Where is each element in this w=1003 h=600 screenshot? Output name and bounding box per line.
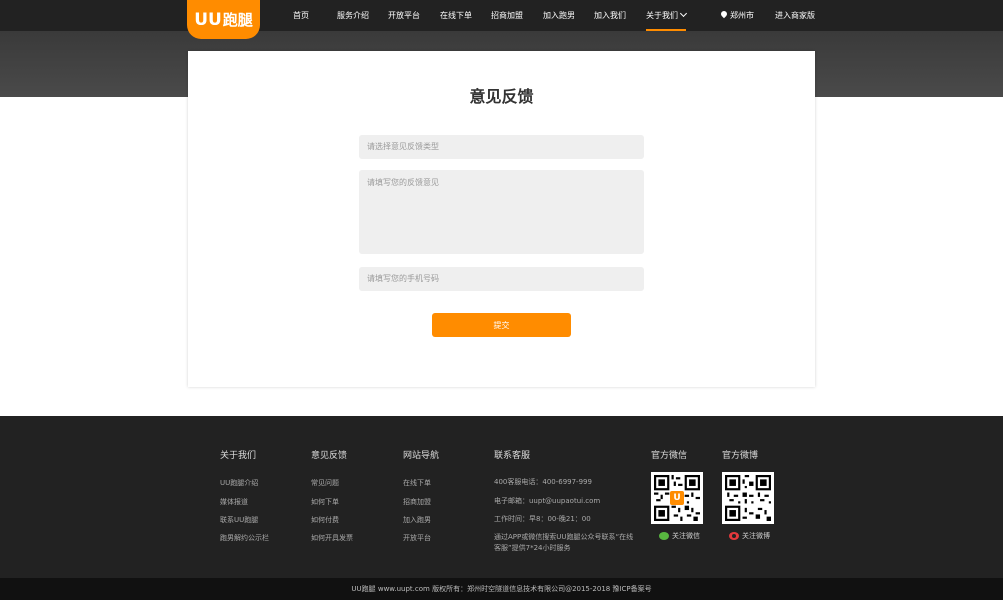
wechat-follow[interactable]: 关注微信 bbox=[659, 531, 700, 541]
wechat-qr-code: U bbox=[651, 472, 703, 524]
footer-link-invoice[interactable]: 如何开具发票 bbox=[311, 533, 353, 543]
feedback-type-select[interactable] bbox=[359, 135, 644, 159]
qr-logo-badge: U bbox=[670, 491, 684, 505]
footer-heading-weibo: 官方微博 bbox=[722, 451, 759, 461]
nav-online-order[interactable]: 在线下单 bbox=[440, 0, 472, 31]
footer-heading-sitenav: 网站导航 bbox=[403, 451, 440, 461]
nav-about-us-label: 关于我们 bbox=[646, 11, 678, 20]
footer-hours: 工作时间：早8：00-晚21：00 bbox=[494, 515, 591, 523]
location-pin-icon bbox=[719, 9, 729, 19]
page-title: 意见反馈 bbox=[469, 87, 534, 106]
footer-heading-feedback: 意见反馈 bbox=[311, 451, 348, 461]
footer-link-faq[interactable]: 常见问题 bbox=[311, 478, 339, 488]
footer-heading-about: 关于我们 bbox=[220, 451, 257, 461]
nav-services[interactable]: 服务介绍 bbox=[337, 0, 369, 31]
nav-about-us[interactable]: 关于我们 bbox=[646, 0, 688, 31]
feedback-content-input[interactable] bbox=[359, 170, 644, 254]
city-label: 郑州市 bbox=[730, 11, 754, 20]
footer-link-open-platform[interactable]: 开放平台 bbox=[403, 533, 431, 543]
chevron-down-icon bbox=[679, 9, 688, 18]
weibo-follow[interactable]: 关注微博 bbox=[729, 531, 770, 541]
merchant-link[interactable]: 进入商家版 bbox=[775, 0, 815, 31]
wechat-icon bbox=[659, 532, 669, 540]
footer-service-note: 通过APP或微信搜索UU跑腿公众号联系“在线客服”提供7*24小时服务 bbox=[494, 533, 634, 552]
footer-heading-contact: 联系客服 bbox=[494, 451, 531, 461]
footer-link-online-order[interactable]: 在线下单 bbox=[403, 478, 431, 488]
footer-phone: 400客服电话：400-6997-999 bbox=[494, 478, 592, 486]
copyright: UU跑腿 www.uupt.com 版权所有：郑州时空隧道信息技术有限公司@20… bbox=[0, 578, 1003, 600]
footer-email: 电子邮箱：uupt@uupaotui.com bbox=[494, 497, 601, 505]
nav-franchise[interactable]: 招商加盟 bbox=[491, 0, 523, 31]
footer-link-franchise[interactable]: 招商加盟 bbox=[403, 497, 431, 507]
footer-link-intro[interactable]: UU跑腿介绍 bbox=[220, 478, 258, 488]
footer-link-join-runner[interactable]: 加入跑男 bbox=[403, 515, 431, 525]
weibo-icon bbox=[729, 532, 739, 540]
logo[interactable]: UU 跑腿 bbox=[187, 0, 260, 39]
footer-link-contact[interactable]: 联系UU跑腿 bbox=[220, 515, 258, 525]
weibo-qr-code bbox=[722, 472, 774, 524]
city-selector[interactable]: 郑州市 bbox=[719, 0, 754, 31]
footer-link-media[interactable]: 媒体报道 bbox=[220, 497, 248, 507]
phone-input[interactable] bbox=[359, 267, 644, 291]
weibo-qr-icon bbox=[725, 475, 771, 521]
wechat-follow-label: 关注微信 bbox=[672, 532, 700, 540]
footer-link-notice[interactable]: 跑男解约公示栏 bbox=[220, 533, 269, 543]
nav-join-runner[interactable]: 加入跑男 bbox=[543, 0, 575, 31]
submit-button[interactable]: 提交 bbox=[432, 313, 571, 337]
footer-link-how-pay[interactable]: 如何付费 bbox=[311, 515, 339, 525]
weibo-follow-label: 关注微博 bbox=[742, 532, 770, 540]
nav-home[interactable]: 首页 bbox=[293, 0, 309, 31]
nav-join-us[interactable]: 加入我们 bbox=[594, 0, 626, 31]
logo-uu: UU bbox=[194, 9, 222, 30]
footer-heading-wechat: 官方微信 bbox=[651, 451, 688, 461]
logo-text: 跑腿 bbox=[222, 11, 253, 29]
footer-link-how-order[interactable]: 如何下单 bbox=[311, 497, 339, 507]
nav-open-platform[interactable]: 开放平台 bbox=[388, 0, 420, 31]
